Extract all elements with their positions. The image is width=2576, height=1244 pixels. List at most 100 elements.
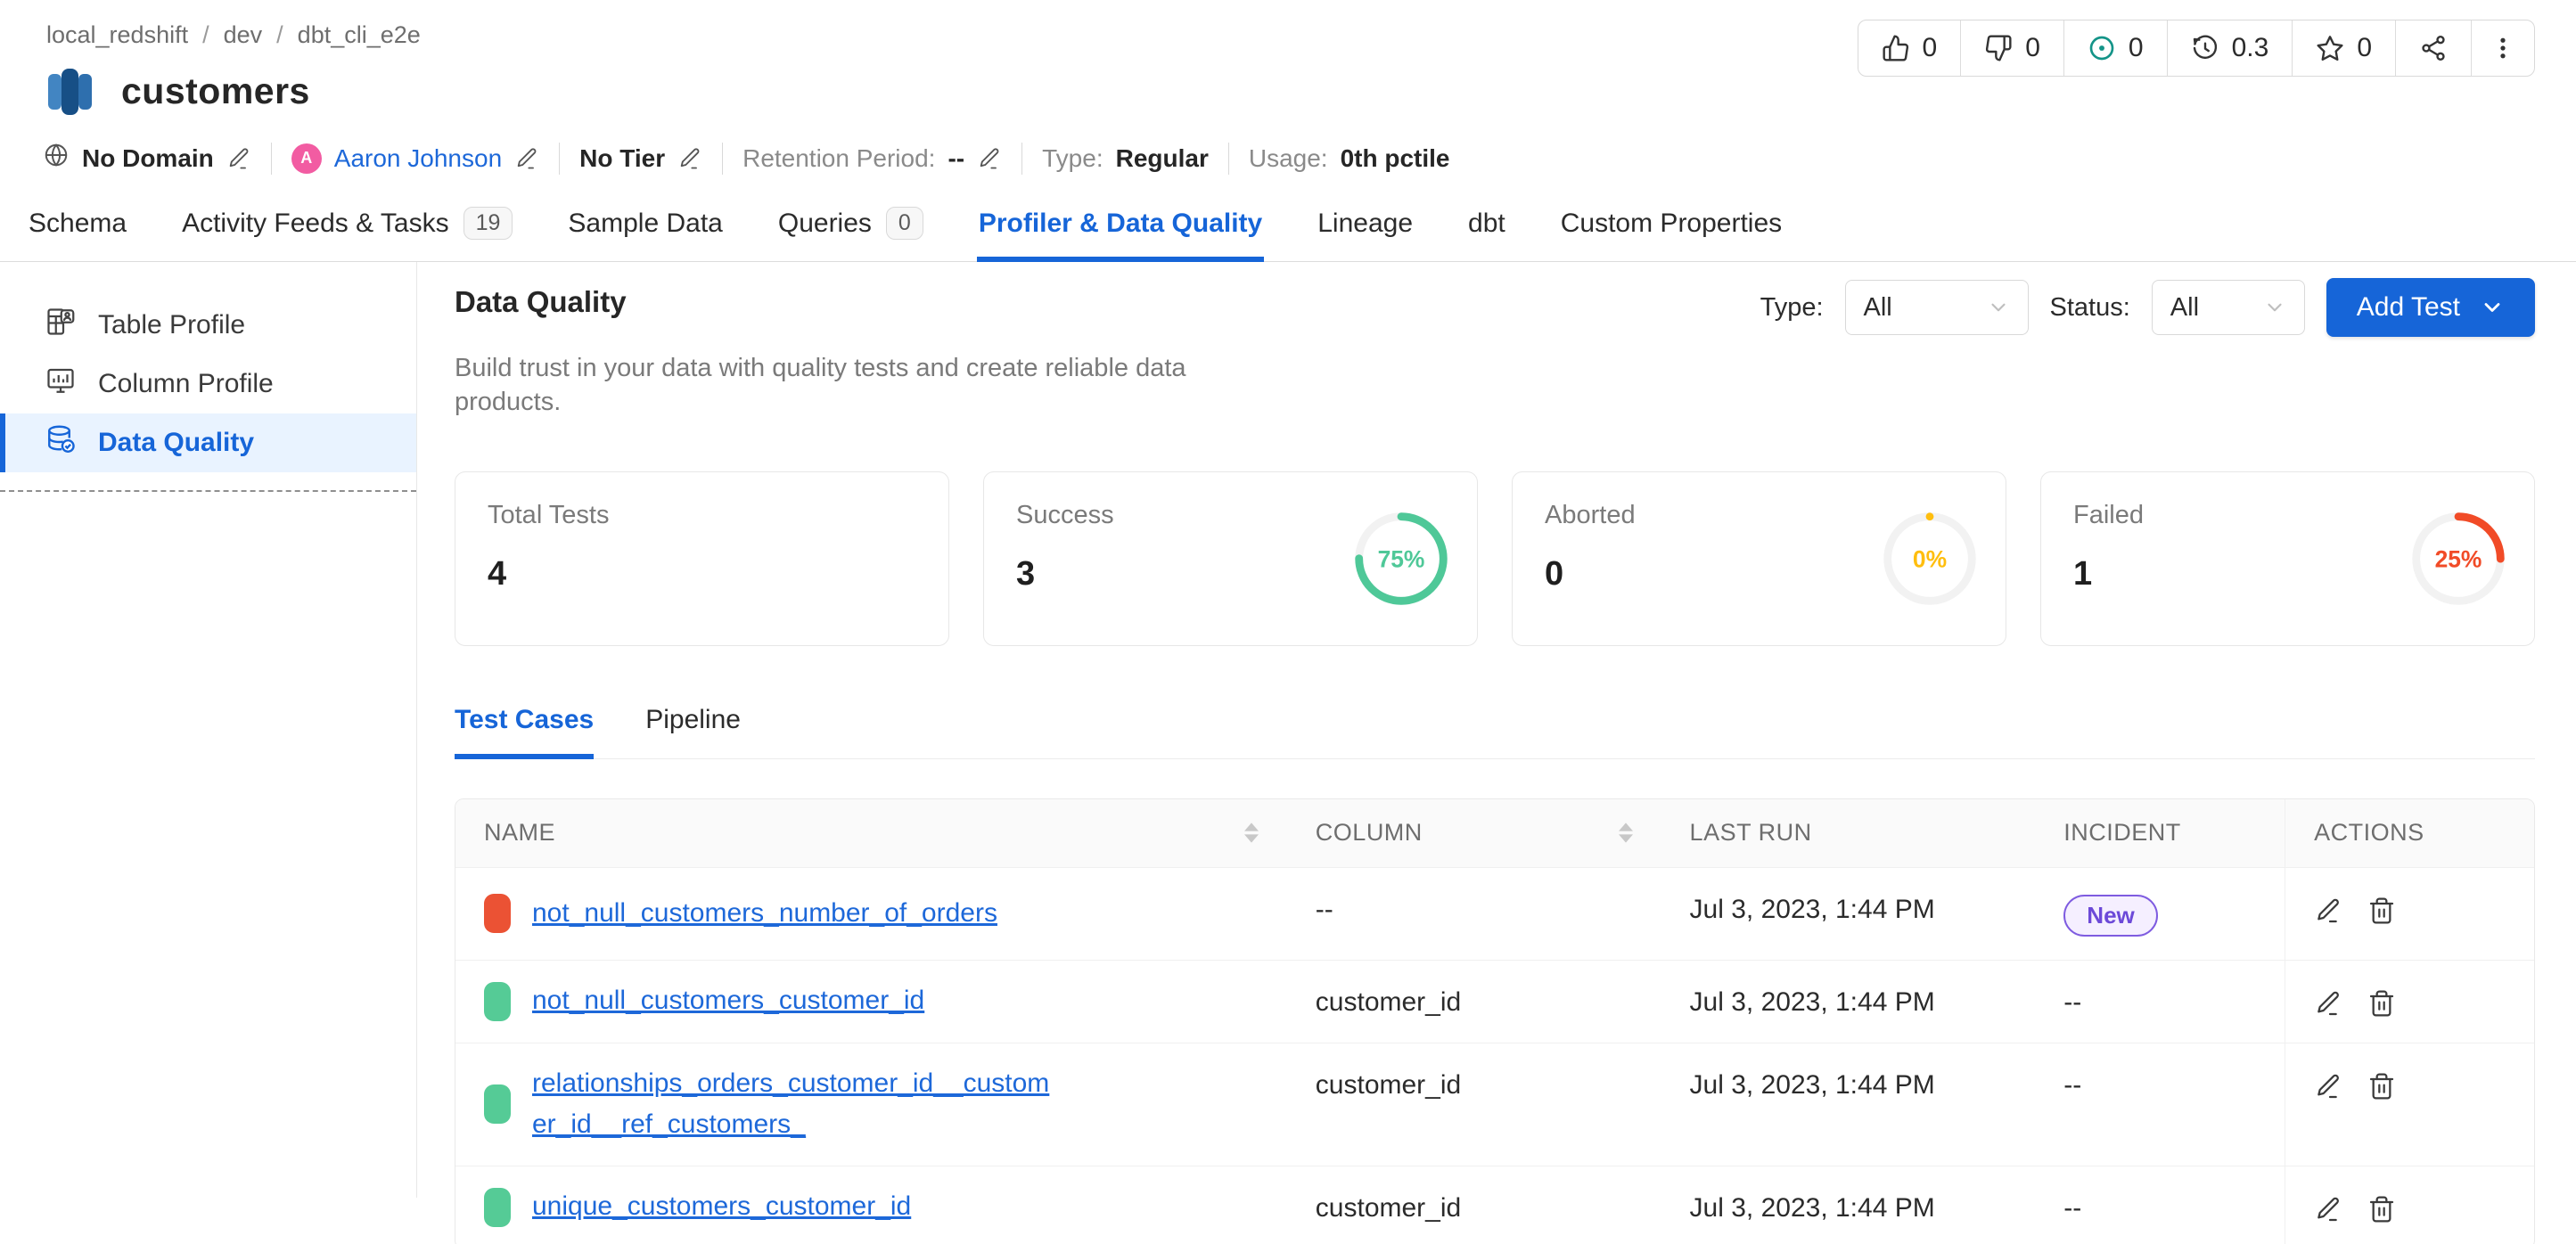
table-profile-icon	[45, 306, 77, 345]
edit-tier-icon[interactable]	[677, 146, 702, 171]
sort-icon[interactable]	[1619, 823, 1633, 843]
test-status-indicator-failed	[484, 894, 511, 933]
delete-test-icon[interactable]	[2367, 989, 2396, 1018]
tab-schema[interactable]: Schema	[27, 201, 128, 261]
test-case-link[interactable]: unique_customers_customer_id	[532, 1186, 911, 1228]
column-header-label: ACTIONS	[2314, 819, 2424, 847]
breadcrumb-item-database[interactable]: dev	[224, 21, 263, 49]
add-test-button[interactable]: Add Test	[2326, 278, 2535, 337]
column-header-label: NAME	[484, 819, 555, 847]
sidebar-item-label: Column Profile	[98, 369, 274, 399]
sort-icon[interactable]	[1244, 823, 1259, 843]
more-options-button[interactable]	[2471, 20, 2534, 76]
share-icon	[2419, 34, 2448, 62]
incident-badge-new[interactable]: New	[2063, 895, 2157, 937]
delete-test-icon[interactable]	[2367, 1195, 2396, 1224]
chevron-down-icon	[2263, 296, 2286, 319]
edit-test-icon[interactable]	[2314, 896, 2342, 925]
edit-test-icon[interactable]	[2314, 1072, 2342, 1101]
edit-test-icon[interactable]	[2314, 1195, 2342, 1224]
meta-separator	[1228, 143, 1229, 175]
tab-label: dbt	[1468, 209, 1505, 239]
column-header-label: LAST RUN	[1690, 819, 1812, 847]
tab-label: Profiler & Data Quality	[979, 209, 1262, 239]
delete-test-icon[interactable]	[2367, 1072, 2396, 1101]
total-tests-card: Total Tests 4	[455, 471, 949, 646]
owner-avatar[interactable]: A	[291, 143, 322, 174]
sidebar-item-column-profile[interactable]: Column Profile	[0, 355, 416, 413]
tab-label: Lineage	[1317, 209, 1413, 239]
test-column-cell: customer_id	[1287, 1166, 1661, 1244]
tab-label: Custom Properties	[1561, 209, 1782, 239]
globe-icon	[43, 142, 70, 175]
retention-value: --	[948, 144, 964, 173]
version-history-button[interactable]: 0.3	[2167, 20, 2293, 76]
edit-retention-icon[interactable]	[977, 146, 1002, 171]
type-filter-select[interactable]: All	[1845, 280, 2029, 335]
thumbs-up-icon	[1882, 34, 1910, 62]
test-case-link[interactable]: not_null_customers_customer_id	[532, 980, 924, 1022]
meta-separator	[722, 143, 723, 175]
edit-domain-icon[interactable]	[226, 146, 251, 171]
column-header-column[interactable]: COLUMN	[1287, 799, 1661, 867]
meta-separator	[1021, 143, 1022, 175]
share-button[interactable]	[2395, 20, 2471, 76]
tab-profiler-data-quality[interactable]: Profiler & Data Quality	[977, 201, 1264, 261]
svg-text:0%: 0%	[1913, 545, 1947, 572]
edit-test-icon[interactable]	[2314, 989, 2342, 1018]
status-filter-label: Status:	[2050, 293, 2130, 323]
owner-link[interactable]: Aaron Johnson	[334, 144, 502, 173]
tab-label: Schema	[29, 209, 127, 239]
entity-meta-row: No Domain A Aaron Johnson No Tier Retent…	[0, 119, 2576, 175]
tab-queries[interactable]: Queries 0	[776, 201, 925, 261]
star-icon	[2316, 34, 2344, 62]
test-status-indicator-success	[484, 1188, 511, 1227]
column-header-name[interactable]: NAME	[455, 799, 1287, 867]
tab-label: Queries	[778, 209, 872, 239]
upvote-button[interactable]: 0	[1858, 20, 1961, 76]
tab-dbt[interactable]: dbt	[1466, 201, 1507, 261]
tab-pipeline[interactable]: Pipeline	[645, 705, 741, 758]
entity-toolbar: 0 0 0 0.3 0	[1858, 20, 2535, 77]
delete-test-icon[interactable]	[2367, 896, 2396, 925]
edit-owner-icon[interactable]	[514, 146, 539, 171]
tab-test-cases[interactable]: Test Cases	[455, 705, 594, 758]
test-last-run-cell: Jul 3, 2023, 1:44 PM	[1661, 1043, 2036, 1166]
tab-sample-data[interactable]: Sample Data	[566, 201, 724, 261]
incidents-button[interactable]: 0	[2063, 20, 2167, 76]
svg-text:75%: 75%	[1378, 545, 1425, 572]
tab-lineage[interactable]: Lineage	[1316, 201, 1415, 261]
sidebar-item-table-profile[interactable]: Table Profile	[0, 296, 416, 355]
test-status-indicator-success	[484, 982, 511, 1021]
breadcrumb-item-service[interactable]: local_redshift	[46, 21, 188, 49]
table-header-row: NAME COLUMN LAST RUN IN	[455, 799, 2534, 867]
downvote-button[interactable]: 0	[1960, 20, 2063, 76]
breadcrumb-item-schema[interactable]: dbt_cli_e2e	[298, 21, 421, 49]
status-filter-select[interactable]: All	[2152, 280, 2305, 335]
test-cases-table: NAME COLUMN LAST RUN IN	[455, 798, 2535, 1244]
chevron-down-icon	[2480, 295, 2505, 320]
thumbs-down-icon	[1984, 34, 2013, 62]
entity-tabs: Schema Activity Feeds & Tasks 19 Sample …	[0, 201, 2576, 262]
test-case-link[interactable]: relationships_orders_customer_id__custom…	[532, 1063, 1054, 1146]
profiler-sidebar: Table Profile Column Profile Data Qualit…	[0, 262, 417, 1198]
redshift-table-icon	[43, 63, 98, 119]
sidebar-item-data-quality[interactable]: Data Quality	[0, 413, 416, 472]
svg-text:25%: 25%	[2435, 545, 2482, 572]
column-profile-icon	[45, 364, 77, 404]
test-status-indicator-success	[484, 1084, 511, 1124]
test-case-link[interactable]: not_null_customers_number_of_orders	[532, 893, 997, 935]
tab-label: Activity Feeds & Tasks	[182, 209, 449, 239]
tab-count-badge: 19	[464, 207, 513, 240]
page-title: customers	[121, 70, 310, 112]
domain-value: No Domain	[82, 144, 214, 173]
tab-custom-properties[interactable]: Custom Properties	[1559, 201, 1784, 261]
table-row: relationships_orders_customer_id__custom…	[455, 1043, 2534, 1166]
star-button[interactable]: 0	[2292, 20, 2395, 76]
tab-activity-feeds[interactable]: Activity Feeds & Tasks 19	[180, 201, 514, 261]
add-test-label: Add Test	[2357, 292, 2460, 323]
data-quality-icon	[45, 423, 77, 462]
test-last-run-cell: Jul 3, 2023, 1:44 PM	[1661, 1166, 2036, 1244]
breadcrumb-separator: /	[202, 21, 209, 49]
incident-cell: --	[2035, 1043, 2285, 1166]
